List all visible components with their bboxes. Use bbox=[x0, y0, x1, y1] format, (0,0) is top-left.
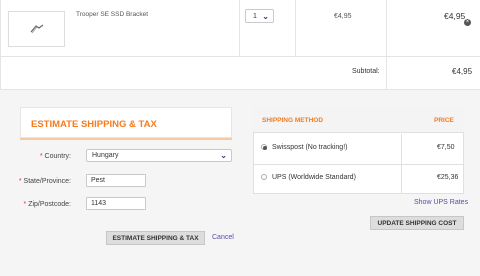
shipping-option-label[interactable]: UPS (Worldwide Standard) bbox=[272, 174, 356, 181]
subtotal-value: €4,95 bbox=[452, 67, 473, 76]
state-label: * State/Province: bbox=[18, 178, 71, 185]
country-select[interactable]: Hungary ⌄ bbox=[86, 149, 232, 162]
line-total: €4,95 bbox=[444, 11, 466, 21]
cart-table bbox=[0, 0, 480, 90]
shipping-option-price: €7,50 bbox=[437, 144, 455, 151]
zip-input[interactable]: 1143 bbox=[86, 197, 146, 210]
cancel-link[interactable]: Cancel bbox=[212, 234, 234, 241]
product-name[interactable]: Trooper SE SSD Bracket bbox=[76, 11, 148, 18]
state-input[interactable]: Pest bbox=[86, 174, 146, 187]
chevron-down-icon: ⌄ bbox=[262, 12, 269, 21]
estimate-title: ESTIMATE SHIPPING & TAX bbox=[31, 119, 157, 130]
subtotal-label: Subtotal: bbox=[352, 68, 380, 75]
estimate-divider bbox=[20, 138, 232, 140]
price-header: PRICE bbox=[434, 117, 454, 124]
quantity-value: 1 bbox=[253, 12, 257, 20]
update-shipping-button[interactable]: UPDATE SHIPPING COST bbox=[370, 216, 464, 230]
bracket-icon bbox=[30, 24, 43, 34]
unit-price: €4,95 bbox=[334, 13, 352, 20]
country-value: Hungary bbox=[92, 152, 119, 159]
shipping-option-radio[interactable] bbox=[261, 144, 267, 150]
required-marker: * bbox=[18, 178, 22, 185]
shipping-option-price: €25,36 bbox=[437, 174, 459, 181]
product-image[interactable] bbox=[8, 11, 65, 47]
show-ups-rates-link[interactable]: Show UPS Rates bbox=[414, 199, 468, 206]
shipping-option-radio[interactable] bbox=[261, 174, 267, 180]
required-marker: * bbox=[39, 153, 43, 160]
quantity-select[interactable]: 1 ⌄ bbox=[245, 9, 274, 23]
chevron-down-icon: ⌄ bbox=[220, 151, 227, 160]
shipping-method-header: SHIPPING METHOD bbox=[262, 117, 324, 124]
required-marker: * bbox=[23, 201, 27, 208]
shipping-option-label[interactable]: Swisspost (No tracking!) bbox=[272, 144, 347, 151]
zip-label: * Zip/Postcode: bbox=[23, 201, 72, 208]
estimate-button[interactable]: ESTIMATE SHIPPING & TAX bbox=[106, 231, 205, 245]
country-label: * Country: bbox=[39, 153, 71, 160]
remove-icon[interactable]: × bbox=[464, 19, 471, 26]
